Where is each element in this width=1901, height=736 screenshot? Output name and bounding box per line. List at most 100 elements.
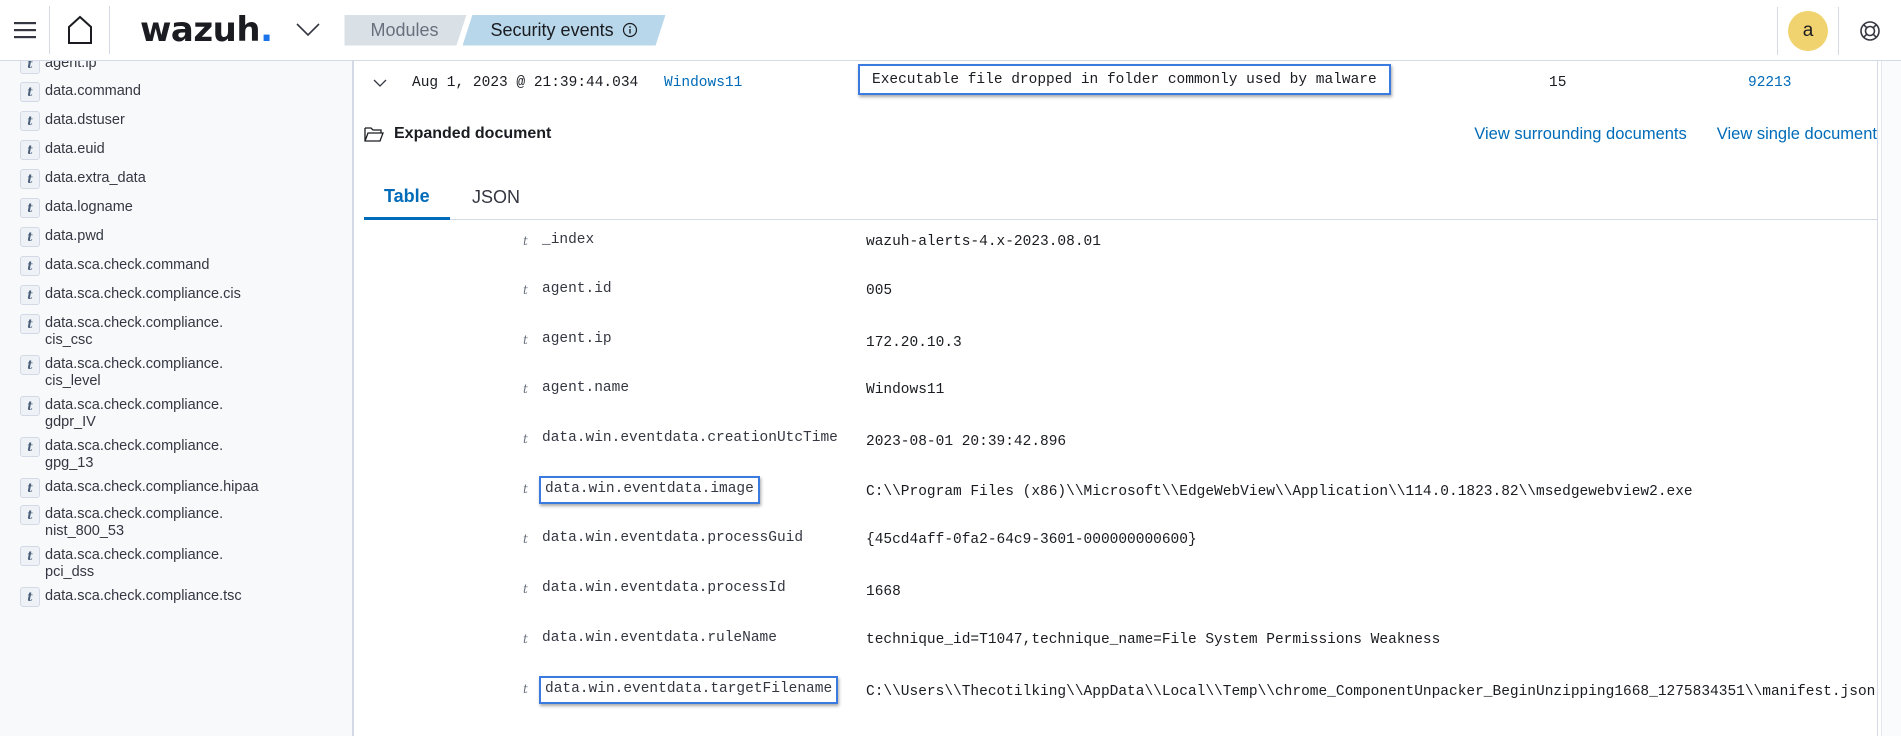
event-rule-id[interactable]: 92213: [1748, 75, 1792, 91]
folder-open-icon: [364, 126, 384, 142]
info-icon[interactable]: [622, 22, 638, 38]
sidebar-field-item[interactable]: t data.sca.check.compliance.cis: [20, 285, 241, 305]
home-button[interactable]: [50, 6, 110, 54]
event-level: 15: [1549, 75, 1567, 91]
sidebar-field-item[interactable]: t data.sca.check.compliance. pci_dss: [20, 546, 224, 581]
event-row[interactable]: Aug 1, 2023 @ 21:39:44.034 Windows11 Exe…: [361, 61, 1878, 109]
string-type-icon: t: [523, 234, 528, 248]
menu-button[interactable]: [0, 6, 50, 54]
string-type-icon: t: [20, 256, 40, 276]
logo-text: wazuh: [140, 10, 261, 50]
document-tabs: Table JSON: [364, 175, 1878, 220]
sidebar-field-name: data.sca.check.compliance. gdpr_IV: [45, 397, 224, 430]
string-type-icon: t: [20, 285, 40, 305]
hamburger-icon: [13, 22, 36, 39]
string-type-icon: t: [20, 227, 40, 247]
document-panel: Aug 1, 2023 @ 21:39:44.034 Windows11 Exe…: [361, 61, 1878, 736]
field-value: C:\\Users\\Thecotilking\\AppData\\Local\…: [866, 684, 1876, 700]
sidebar-field-name: data.sca.check.compliance.cis: [45, 286, 241, 302]
header-actions: a: [1777, 0, 1901, 61]
lifebuoy-icon: [1860, 20, 1880, 41]
string-type-icon: t: [523, 582, 528, 596]
sidebar-field-item[interactable]: t data.dstuser: [20, 111, 125, 131]
sidebar-field-name: data.sca.check.compliance. cis_level: [45, 356, 224, 389]
help-button[interactable]: [1839, 0, 1901, 61]
field-value: {45cd4aff-0fa2-64c9-3601-000000000600}: [866, 532, 1197, 548]
field-key: data.win.eventdata.processGuid: [542, 530, 804, 546]
sidebar-field-name: data.sca.check.compliance. gpg_13: [45, 438, 224, 471]
field-value: C:\\Program Files (x86)\\Microsoft\\Edge…: [866, 484, 1693, 500]
user-menu[interactable]: a: [1777, 6, 1839, 55]
tab-table[interactable]: Table: [364, 175, 450, 220]
string-type-icon: t: [20, 111, 40, 131]
chevron-down-icon: [296, 23, 321, 37]
logo-dot: .: [260, 10, 273, 50]
sidebar-field-item[interactable]: t data.sca.check.compliance. gdpr_IV: [20, 396, 224, 431]
string-type-icon: t: [523, 333, 528, 347]
sidebar-field-name: agent.ip: [45, 61, 97, 71]
string-type-icon: t: [523, 632, 528, 646]
breadcrumb-label: Security events: [490, 19, 614, 40]
sidebar-field-item[interactable]: t data.pwd: [20, 227, 104, 247]
avatar[interactable]: a: [1788, 10, 1828, 51]
sidebar-field-item[interactable]: t data.sca.check.compliance.hipaa: [20, 478, 259, 498]
expanded-document-label: Expanded document: [394, 125, 552, 142]
sidebar-field-item[interactable]: t data.sca.check.compliance. cis_csc: [20, 314, 223, 349]
sidebar-field-item[interactable]: t data.extra_data: [20, 169, 146, 189]
sidebar-field-item[interactable]: t data.euid: [20, 140, 105, 160]
string-type-icon: t: [20, 314, 40, 334]
breadcrumb-modules[interactable]: Modules: [344, 15, 466, 46]
field-value: 172.20.10.3: [866, 335, 962, 351]
sidebar-field-item[interactable]: t data.logname: [20, 198, 133, 218]
sidebar-field-name: data.logname: [45, 199, 133, 215]
sidebar-field-name: data.sca.check.compliance.tsc: [45, 588, 242, 604]
field-value[interactable]: Windows11: [866, 380, 944, 401]
expanded-document-title: Expanded document: [364, 125, 551, 143]
top-header: wazuh. Modules Security events a: [0, 0, 1901, 61]
string-type-icon: t: [20, 61, 40, 74]
string-type-icon: t: [20, 546, 40, 566]
string-type-icon: t: [20, 169, 40, 189]
sidebar-field-name: data.sca.check.compliance. pci_dss: [45, 547, 224, 580]
collapse-chevron-icon[interactable]: [373, 79, 387, 88]
field-key: data.win.eventdata.processId: [542, 580, 786, 596]
string-type-icon: t: [20, 396, 40, 416]
field-key: data.win.eventdata.creationUtcTime: [542, 430, 838, 446]
tab-json[interactable]: JSON: [450, 175, 542, 220]
field-key: data.win.eventdata.image: [539, 476, 760, 504]
sidebar-field-item[interactable]: t data.sca.check.compliance. cis_level: [20, 355, 224, 390]
field-value: wazuh-alerts-4.x-2023.08.01: [866, 234, 1101, 250]
sidebar-field-name: data.euid: [45, 141, 105, 157]
string-type-icon: t: [20, 198, 40, 218]
document-links: View surrounding documents View single d…: [1474, 125, 1877, 144]
field-key: data.win.eventdata.ruleName: [542, 630, 777, 646]
sidebar-field-item[interactable]: t data.sca.check.compliance. nist_800_53: [20, 505, 223, 540]
field-value[interactable]: 005: [866, 281, 892, 302]
field-value: 1668: [866, 584, 901, 600]
sidebar-field-item[interactable]: t data.command: [20, 82, 141, 102]
sidebar-field-name: data.extra_data: [45, 170, 146, 186]
sidebar-field-item[interactable]: t data.sca.check.compliance.tsc: [20, 587, 242, 607]
string-type-icon: t: [523, 432, 528, 446]
sidebar-field-item[interactable]: t data.sca.check.compliance. gpg_13: [20, 437, 224, 472]
sidebar-field-item[interactable]: t data.sca.check.command: [20, 256, 210, 276]
string-type-icon: t: [20, 82, 40, 102]
field-key: agent.id: [542, 281, 612, 297]
field-value: technique_id=T1047,technique_name=File S…: [866, 632, 1441, 648]
event-agent-name[interactable]: Windows11: [664, 75, 742, 91]
string-type-icon: t: [20, 140, 40, 160]
sidebar-field-name: data.sca.check.command: [45, 257, 210, 273]
view-surrounding-documents-link[interactable]: View surrounding documents: [1474, 125, 1687, 144]
string-type-icon: t: [523, 682, 528, 696]
sidebar-field-name: data.command: [45, 83, 141, 99]
string-type-icon: t: [20, 355, 40, 375]
app-switcher-button[interactable]: [296, 23, 326, 37]
field-key: agent.name: [542, 380, 630, 396]
field-value: 2023-08-01 20:39:42.896: [866, 434, 1067, 450]
wazuh-logo[interactable]: wazuh.: [140, 10, 273, 50]
scrollbar[interactable]: [1881, 61, 1901, 736]
view-single-document-link[interactable]: View single document: [1717, 125, 1877, 144]
string-type-icon: t: [523, 482, 528, 496]
sidebar-field-name: data.dstuser: [45, 112, 125, 128]
sidebar-field-item[interactable]: t agent.ip: [20, 61, 97, 74]
